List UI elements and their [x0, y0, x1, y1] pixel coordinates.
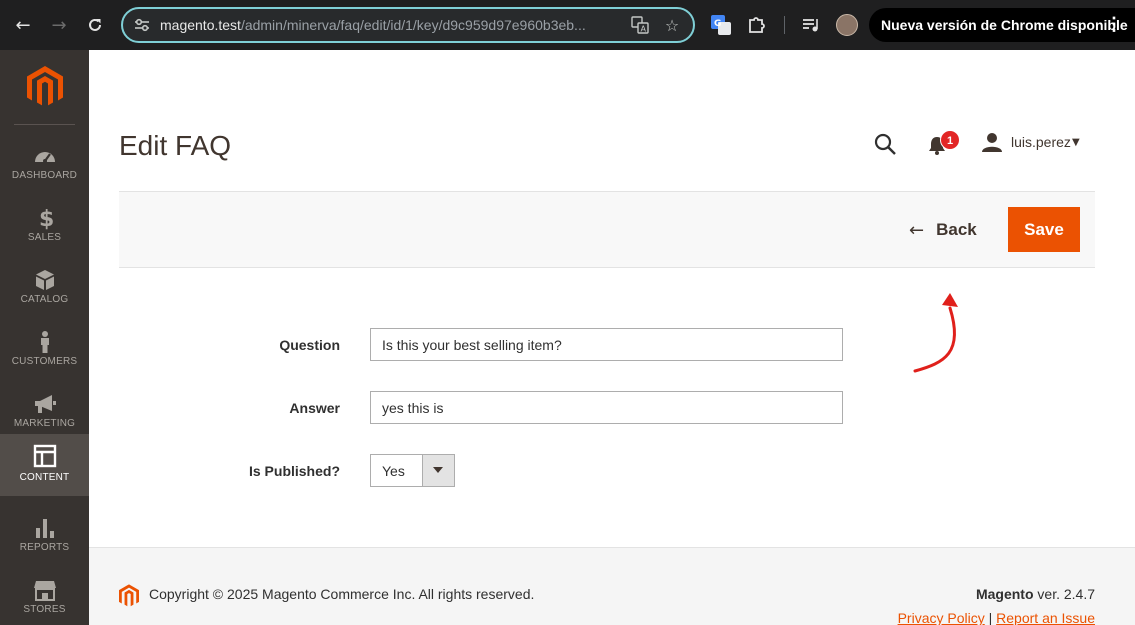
chrome-update-label: Nueva versión de Chrome disponible — [881, 17, 1128, 33]
svg-text:$: $ — [39, 207, 54, 230]
profile-avatar[interactable] — [836, 14, 858, 36]
sidebar-item-reports[interactable]: Reports — [0, 508, 89, 570]
megaphone-icon — [35, 395, 56, 413]
sidebar-item-label: Sales — [27, 232, 62, 243]
link-separator: | — [988, 610, 993, 625]
question-input[interactable]: Is this your best selling item? — [370, 328, 843, 361]
box-icon — [36, 270, 54, 290]
svg-text:G: G — [714, 19, 721, 29]
bar-chart-icon — [36, 519, 54, 538]
privacy-policy-link[interactable]: Privacy Policy — [898, 610, 985, 625]
sidebar-item-label: Customers — [11, 356, 78, 367]
dashboard-icon — [35, 152, 55, 163]
site-settings-icon[interactable] — [133, 17, 151, 33]
bookmark-star-icon[interactable]: ☆ — [662, 16, 682, 36]
sidebar-item-label: Catalog — [20, 294, 69, 305]
chrome-update-button[interactable]: Nueva versión de Chrome disponible ⋮ — [869, 8, 1135, 42]
sidebar-item-label: Reports — [19, 542, 70, 553]
sidebar-divider — [14, 124, 75, 125]
sidebar-item-label: Marketing — [13, 418, 76, 429]
sidebar-item-label: Content — [19, 472, 70, 483]
answer-input[interactable]: yes this is — [370, 391, 843, 424]
version-text: Magento ver. 2.4.7 — [976, 586, 1095, 602]
is-published-value: Yes — [382, 463, 405, 479]
version-number: ver. 2.4.7 — [1037, 586, 1095, 602]
main-content: Edit FAQ 1 luis.perez ▼ ← Back Save Ques… — [89, 50, 1135, 625]
store-icon — [34, 581, 56, 601]
is-published-label: Is Published? — [248, 463, 340, 479]
user-icon[interactable] — [982, 132, 1002, 152]
notification-badge[interactable]: 1 — [940, 130, 960, 150]
caret-down-icon — [433, 467, 443, 473]
report-issue-link[interactable]: Report an Issue — [996, 610, 1095, 625]
extensions-puzzle-icon[interactable] — [746, 14, 768, 36]
footer-links: Privacy Policy | Report an Issue — [898, 610, 1095, 625]
url-host: magento.test — [160, 17, 241, 33]
toolbar-divider — [784, 16, 785, 34]
select-toggle[interactable] — [422, 455, 454, 486]
user-menu[interactable]: luis.perez — [1011, 134, 1071, 150]
page-footer: Copyright © 2025 Magento Commerce Inc. A… — [89, 547, 1135, 625]
copyright-text: Copyright © 2025 Magento Commerce Inc. A… — [149, 586, 535, 602]
svg-text:A: A — [641, 25, 647, 34]
url-text[interactable]: magento.test/admin/minerva/faq/edit/id/1… — [160, 17, 620, 33]
person-icon — [41, 331, 49, 353]
sidebar-item-dashboard[interactable]: Dashboard — [0, 136, 89, 198]
magento-logo-icon — [119, 584, 139, 607]
media-control-icon[interactable] — [800, 14, 822, 36]
address-bar[interactable]: magento.test/admin/minerva/faq/edit/id/1… — [121, 7, 695, 43]
url-path: /admin/minerva/faq/edit/id/1/key/d9c959d… — [240, 17, 586, 33]
back-arrow-icon[interactable]: ← — [11, 13, 35, 37]
sidebar-item-customers[interactable]: Customers — [0, 322, 89, 384]
sidebar-item-label: Dashboard — [11, 170, 78, 181]
dollar-icon: $ — [39, 207, 54, 230]
save-button[interactable]: Save — [1008, 207, 1080, 252]
more-menu-icon[interactable]: ⋮ — [1105, 14, 1123, 35]
is-published-select[interactable]: Yes — [370, 454, 455, 487]
chevron-down-icon[interactable]: ▼ — [1072, 137, 1080, 148]
sidebar-item-catalog[interactable]: Catalog — [0, 260, 89, 322]
forward-arrow-icon[interactable]: → — [47, 13, 71, 37]
sidebar-item-label: Stores — [23, 604, 66, 615]
reload-icon[interactable] — [83, 13, 107, 37]
translate-icon[interactable]: A — [630, 16, 650, 36]
sidebar-item-sales[interactable]: $ Sales — [0, 198, 89, 260]
layout-icon — [33, 444, 57, 468]
magento-logo-icon[interactable] — [27, 66, 63, 108]
back-button[interactable]: ← Back — [909, 217, 977, 243]
page-actions-bar: ← Back Save — [119, 191, 1095, 268]
arrow-left-icon: ← — [909, 219, 925, 241]
translate-extension-icon[interactable]: G — [710, 14, 732, 36]
question-label: Question — [279, 337, 340, 353]
brand-name: Magento — [975, 586, 1034, 602]
search-icon[interactable] — [873, 132, 897, 156]
sidebar-item-stores[interactable]: Stores — [0, 570, 89, 625]
answer-label: Answer — [289, 400, 340, 416]
sidebar-item-content[interactable]: Content — [0, 434, 89, 496]
annotation-arrow — [913, 293, 958, 373]
back-button-label: Back — [936, 220, 977, 239]
page-title: Edit FAQ — [119, 130, 232, 161]
admin-sidebar: Dashboard $ Sales Catalog Customers Mark… — [0, 50, 89, 625]
browser-toolbar: ← → magento.test/admin/minerva/faq/edit/… — [0, 0, 1135, 50]
